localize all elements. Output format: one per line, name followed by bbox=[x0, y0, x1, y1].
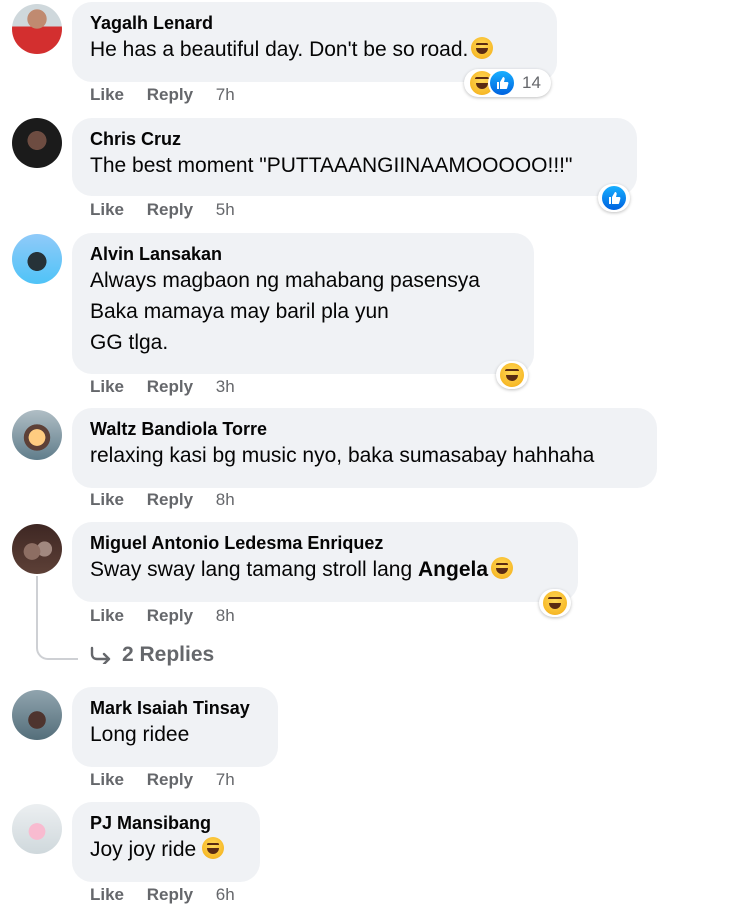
comment-author[interactable]: Mark Isaiah Tinsay bbox=[90, 697, 260, 719]
reply-button[interactable]: Reply bbox=[147, 200, 193, 220]
comment-bubble: Waltz Bandiola Torre relaxing kasi bg mu… bbox=[72, 408, 657, 488]
avatar[interactable] bbox=[12, 118, 62, 168]
comment-text: Long ridee bbox=[90, 723, 190, 746]
reply-button[interactable]: Reply bbox=[147, 885, 193, 905]
comment-text-line: GG tlga. bbox=[90, 331, 169, 354]
comment-bubble: Chris Cruz The best moment "PUTTAAANGIIN… bbox=[72, 118, 637, 196]
like-button[interactable]: Like bbox=[90, 606, 124, 626]
reaction-count: 14 bbox=[522, 73, 541, 92]
reaction-summary[interactable]: 14 bbox=[464, 69, 551, 97]
comment-text: The best moment "PUTTAAANGIINAAMOOOOO!!!… bbox=[90, 154, 573, 177]
comment-bubble: Mark Isaiah Tinsay Long ridee bbox=[72, 687, 278, 767]
comment-time[interactable]: 3h bbox=[216, 377, 235, 397]
comment-text: He has a beautiful day. Don't be so road… bbox=[90, 34, 539, 65]
comment-actions: Like Reply 7h bbox=[90, 770, 253, 790]
like-button[interactable]: Like bbox=[90, 200, 124, 220]
avatar[interactable] bbox=[12, 410, 62, 460]
comment-time[interactable]: 7h bbox=[216, 770, 235, 790]
comment-bubble: Miguel Antonio Ledesma Enriquez Sway swa… bbox=[72, 522, 578, 602]
comment-time[interactable]: 5h bbox=[216, 200, 235, 220]
comment-author[interactable]: Miguel Antonio Ledesma Enriquez bbox=[90, 532, 560, 554]
haha-reaction-icon bbox=[498, 361, 526, 389]
reaction-summary[interactable] bbox=[539, 589, 571, 617]
comment-author[interactable]: Waltz Bandiola Torre bbox=[90, 418, 639, 440]
mention-link[interactable]: Angela bbox=[418, 558, 488, 581]
reply-button[interactable]: Reply bbox=[147, 377, 193, 397]
comment-author[interactable]: PJ Mansibang bbox=[90, 812, 242, 834]
reply-button[interactable]: Reply bbox=[147, 490, 193, 510]
comment-actions: Like Reply 8h bbox=[90, 606, 253, 626]
comment-time[interactable]: 6h bbox=[216, 885, 235, 905]
like-button[interactable]: Like bbox=[90, 377, 124, 397]
like-button[interactable]: Like bbox=[90, 885, 124, 905]
comment-bubble: Alvin Lansakan Always magbaon ng mahaban… bbox=[72, 233, 534, 374]
avatar[interactable] bbox=[12, 234, 62, 284]
comment-text: Joy joy ride bbox=[90, 834, 242, 865]
avatar[interactable] bbox=[12, 524, 62, 574]
comment-actions: Like Reply 6h bbox=[90, 885, 253, 905]
comment-time[interactable]: 7h bbox=[216, 85, 235, 105]
laughing-tears-emoji bbox=[202, 837, 225, 859]
reply-button[interactable]: Reply bbox=[147, 606, 193, 626]
avatar[interactable] bbox=[12, 690, 62, 740]
haha-reaction-icon bbox=[541, 589, 569, 617]
reaction-summary[interactable] bbox=[496, 361, 528, 389]
reply-button[interactable]: Reply bbox=[147, 770, 193, 790]
comment-bubble: PJ Mansibang Joy joy ride bbox=[72, 802, 260, 882]
comment-author[interactable]: Yagalh Lenard bbox=[90, 12, 539, 34]
comment-actions: Like Reply 8h bbox=[90, 490, 253, 510]
comment-text-line: Baka mamaya may baril pla yun bbox=[90, 300, 389, 323]
like-reaction-icon bbox=[488, 69, 516, 97]
view-replies-link[interactable]: 2 Replies bbox=[90, 643, 214, 667]
reply-arrow-icon bbox=[90, 646, 111, 664]
like-button[interactable]: Like bbox=[90, 770, 124, 790]
comment-time[interactable]: 8h bbox=[216, 490, 235, 510]
like-button[interactable]: Like bbox=[90, 85, 124, 105]
replies-label[interactable]: 2 Replies bbox=[122, 643, 214, 667]
comment-author[interactable]: Chris Cruz bbox=[90, 128, 619, 150]
comment-author[interactable]: Alvin Lansakan bbox=[90, 243, 516, 265]
comment-time[interactable]: 8h bbox=[216, 606, 235, 626]
comment-actions: Like Reply 7h bbox=[90, 85, 253, 105]
reply-thread-line bbox=[36, 576, 78, 660]
reply-button[interactable]: Reply bbox=[147, 85, 193, 105]
rolling-laughing-emoji bbox=[491, 557, 514, 579]
grinning-sweat-emoji bbox=[471, 37, 494, 59]
like-button[interactable]: Like bbox=[90, 490, 124, 510]
comment-text: Sway sway lang tamang stroll lang Angela bbox=[90, 554, 560, 585]
like-reaction-icon bbox=[600, 184, 628, 212]
comment-actions: Like Reply 5h bbox=[90, 200, 253, 220]
comment-text-line: Always magbaon ng mahabang pasensya bbox=[90, 269, 480, 292]
comment-text: relaxing kasi bg music nyo, baka sumasab… bbox=[90, 444, 595, 467]
avatar[interactable] bbox=[12, 4, 62, 54]
avatar[interactable] bbox=[12, 804, 62, 854]
reaction-summary[interactable] bbox=[598, 184, 630, 212]
comment-actions: Like Reply 3h bbox=[90, 377, 253, 397]
